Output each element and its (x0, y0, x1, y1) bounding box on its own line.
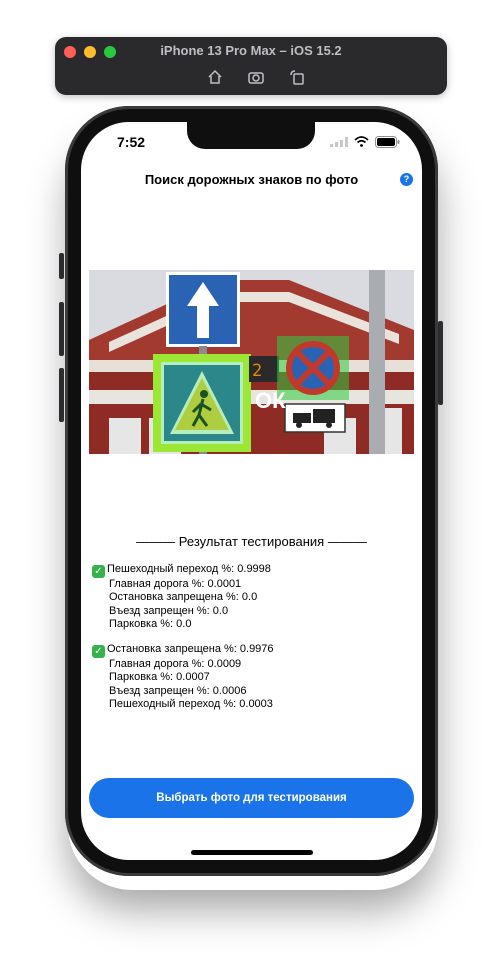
result-top-label: Остановка запрещена %: 0.9976 (107, 643, 274, 656)
result-line: Пешеходный переход %: 0.0003 (109, 698, 273, 711)
result-line: Въезд запрещен %: 0.0006 (109, 684, 247, 697)
result-top-label: Пешеходный переход %: 0.9998 (107, 563, 271, 575)
simulator-toolbar (205, 68, 305, 86)
volume-up-button (59, 302, 64, 356)
volume-down-button (59, 368, 64, 422)
results-title: ——— Результат тестирования ——— (136, 534, 367, 549)
wifi-icon (354, 136, 369, 147)
result-line: Главная дорога %: 0.0009 (109, 658, 242, 671)
status-time: 7:52 (117, 134, 146, 150)
result-line: Главная дорога %: 0.0001 (109, 578, 242, 590)
status-icons (330, 136, 400, 148)
test-photo: 2 ОК (89, 270, 414, 454)
result-block: ✓ Пешеходный переход %: 0.9998 Главная до… (92, 563, 412, 631)
page-title: Поиск дорожных знаков по фото (144, 172, 359, 187)
signal-icon (330, 137, 348, 147)
result-line: Остановка запрещена %: 0.0 (109, 591, 258, 604)
screenshot-icon[interactable] (247, 68, 265, 86)
help-button[interactable]: ? (400, 173, 413, 186)
result-top-line: ✓ Остановка запрещена %: 0.9976 (92, 643, 412, 659)
check-icon: ✓ (92, 645, 105, 659)
svg-text:ОК: ОК (255, 388, 286, 413)
result-line: Парковка %: 0.0 (109, 617, 192, 630)
results-list: ✓ Пешеходный переход %: 0.9998 Главная до… (92, 563, 412, 723)
silent-switch (59, 253, 64, 279)
result-top-line: ✓ Пешеходный переход %: 0.9998 (92, 563, 412, 578)
choose-photo-button[interactable]: Выбрать фото для тестирования (89, 778, 414, 818)
notch (187, 122, 315, 149)
phone-screen: 7:52 Поиск дорожных знаков по фото ? 2 О… (81, 122, 422, 860)
result-line: Парковка %: 0.0007 (109, 671, 210, 684)
power-button (438, 321, 443, 405)
simulator-title: iPhone 13 Pro Max – iOS 15.2 (160, 43, 342, 58)
home-icon[interactable] (206, 68, 224, 86)
svg-text:2: 2 (252, 361, 262, 381)
home-indicator[interactable] (191, 850, 313, 855)
check-icon: ✓ (92, 565, 105, 578)
simulator-window-bar: iPhone 13 Pro Max – iOS 15.2 (55, 37, 447, 95)
result-block: ✓ Остановка запрещена %: 0.9976 Главная д… (92, 643, 412, 711)
result-line: Въезд запрещен %: 0.0 (109, 604, 229, 617)
battery-icon (375, 136, 400, 148)
rotate-icon[interactable] (288, 68, 306, 86)
